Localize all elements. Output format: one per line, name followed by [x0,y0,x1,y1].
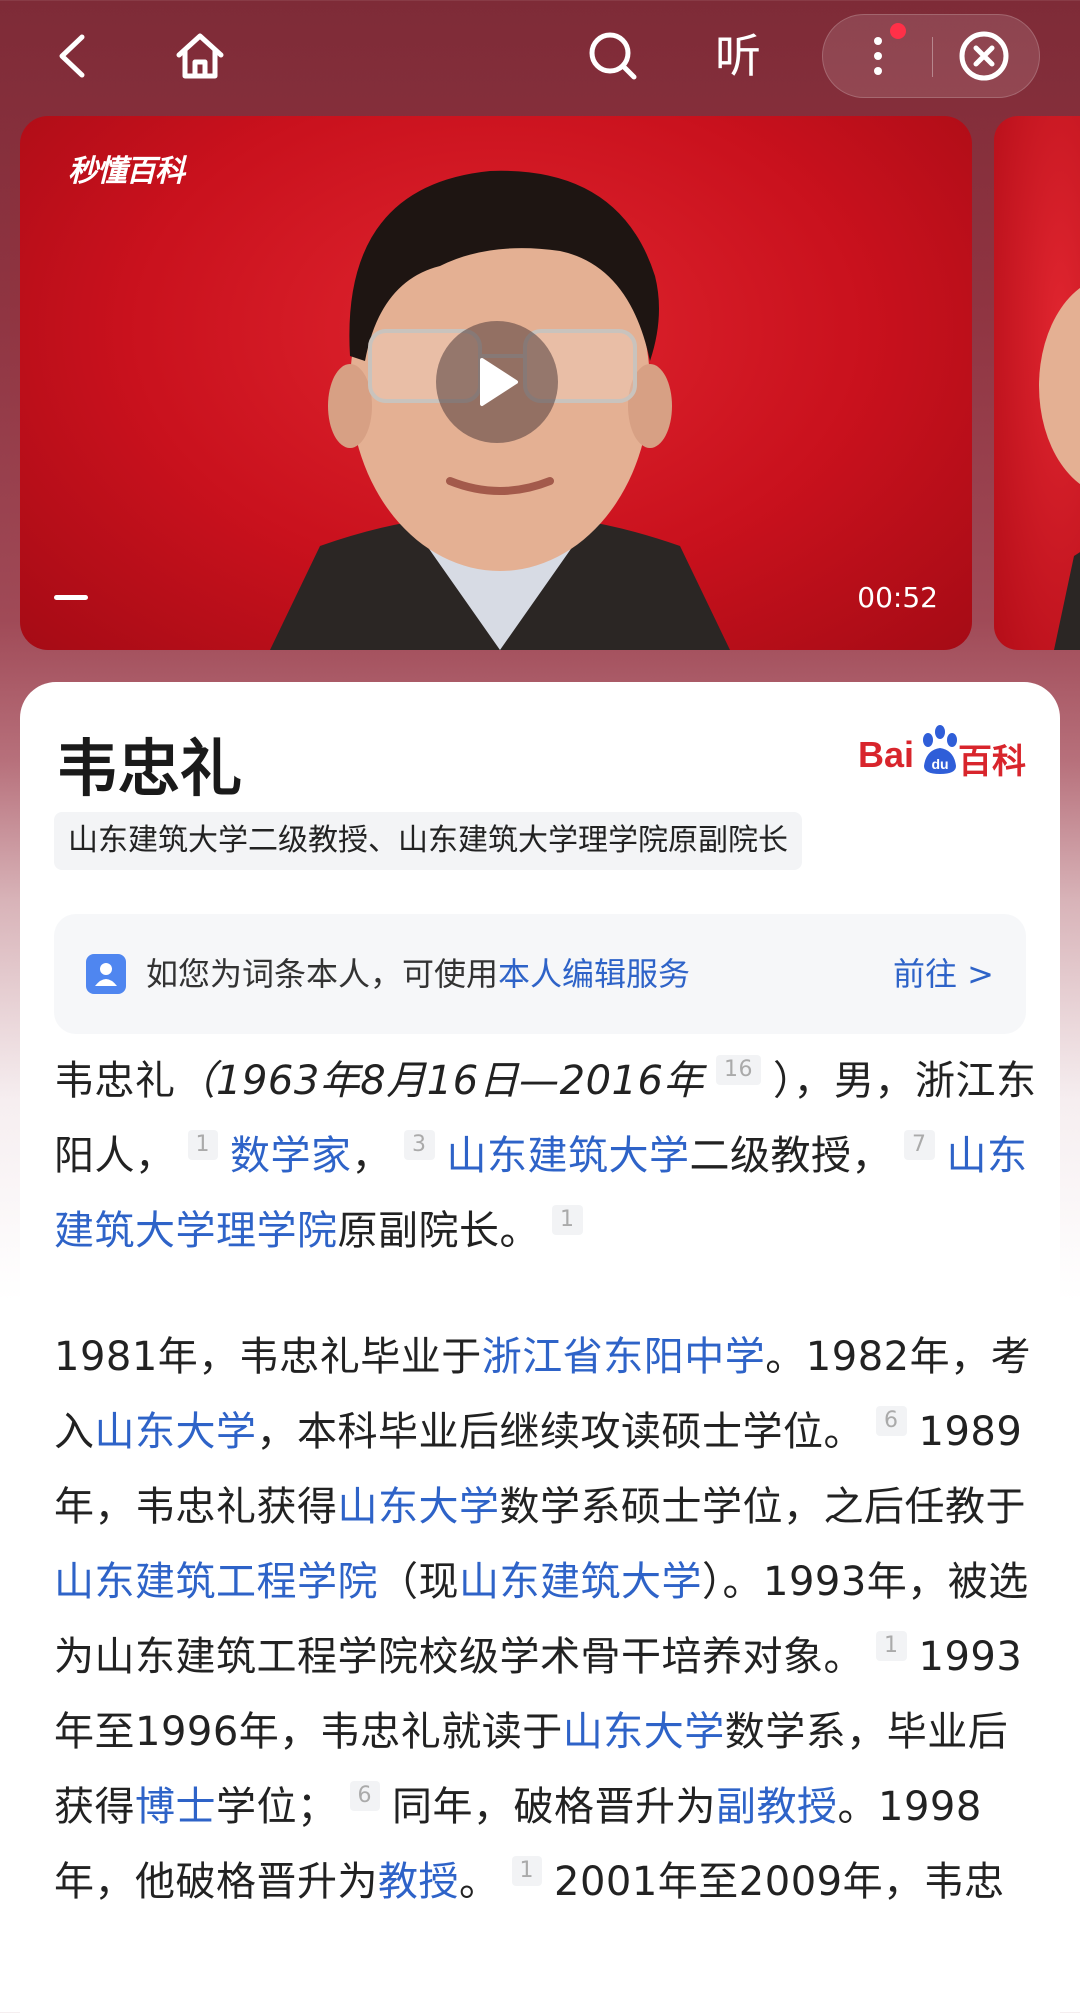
video-duration: 00:52 [857,581,938,614]
video-progress-indicator [54,595,88,600]
citation-7[interactable]: 7 [904,1130,935,1160]
baidu-baike-logo: Bai du 百科 [858,724,1028,784]
link-dongyang-high-school[interactable]: 浙江省东阳中学 [482,1334,766,1380]
citation-6[interactable]: 6 [349,1781,380,1811]
citation-1[interactable]: 1 [187,1130,218,1160]
logo-text-du: du [931,756,948,772]
link-professor[interactable]: 教授 [378,1859,459,1905]
link-shandong-university[interactable]: 山东大学 [563,1709,725,1755]
link-mathematician[interactable]: 数学家 [230,1133,352,1179]
link-sd-architecture-institute[interactable]: 山东建筑工程学院 [54,1559,378,1605]
play-icon [480,358,518,406]
chevron-left-icon [59,34,85,78]
citation-6[interactable]: 6 [876,1406,907,1436]
close-button[interactable] [946,18,1022,94]
back-button[interactable] [34,18,110,94]
next-video-thumbnail[interactable] [994,116,1080,650]
search-button[interactable] [575,18,651,94]
citation-1[interactable]: 1 [876,1631,907,1661]
search-icon [589,32,637,80]
self-edit-notice[interactable]: 如您为词条本人，可使用本人编辑服务 前往 > [54,914,1026,1034]
top-bar: 听 [0,0,1080,110]
paw-icon: du [923,725,957,774]
video-player[interactable]: 秒懂百科 00:52 [20,116,972,650]
video-watermark: 秒懂百科 [68,154,185,189]
person-photo [1039,287,1080,650]
home-icon [176,33,224,79]
home-button[interactable] [162,18,238,94]
entry-card: 韦忠礼 Bai du 百科 山东建筑大学二级教授、山东建筑大学理学院原副院长 如… [20,682,1060,2013]
link-associate-professor[interactable]: 副教授 [716,1784,838,1830]
citation-1[interactable]: 1 [552,1205,583,1235]
entry-subtitle: 山东建筑大学二级教授、山东建筑大学理学院原副院长 [54,812,802,870]
entry-title: 韦忠礼 [56,732,243,805]
more-vertical-icon [874,37,882,75]
link-sdjzu[interactable]: 山东建筑大学 [447,1133,690,1179]
self-edit-service-link[interactable]: 本人编辑服务 [498,955,690,993]
link-shandong-university[interactable]: 山东大学 [95,1409,257,1455]
link-sdjzu[interactable]: 山东建筑大学 [459,1559,702,1605]
capsule-divider [932,37,933,77]
citation-1[interactable]: 1 [511,1856,542,1886]
biography-paragraph: 1981年，韦忠礼毕业于浙江省东阳中学。1982年，考入山东大学，本科毕业后继续… [54,1334,1032,1905]
notice-message: 如您为词条本人，可使用本人编辑服务 [146,955,691,993]
link-doctorate[interactable]: 博士 [135,1784,216,1830]
citation-3[interactable]: 3 [404,1130,435,1160]
logo-text-bai: Bai [858,734,915,775]
listen-button[interactable]: 听 [700,18,776,94]
citation-16[interactable]: 16 [715,1055,761,1085]
goto-link[interactable]: 前往 > [893,914,994,1034]
intro-paragraph: 韦忠礼（1963年8月16日—2016年 16 ），男，浙江东阳人， 1 数学家， 3 山东… [54,1055,1037,1254]
notification-dot [890,23,906,39]
play-button[interactable] [436,321,558,443]
user-card-icon [86,954,126,994]
close-circle-icon [959,31,1009,81]
link-shandong-university[interactable]: 山东大学 [338,1484,500,1530]
logo-text-baike: 百科 [958,742,1026,782]
